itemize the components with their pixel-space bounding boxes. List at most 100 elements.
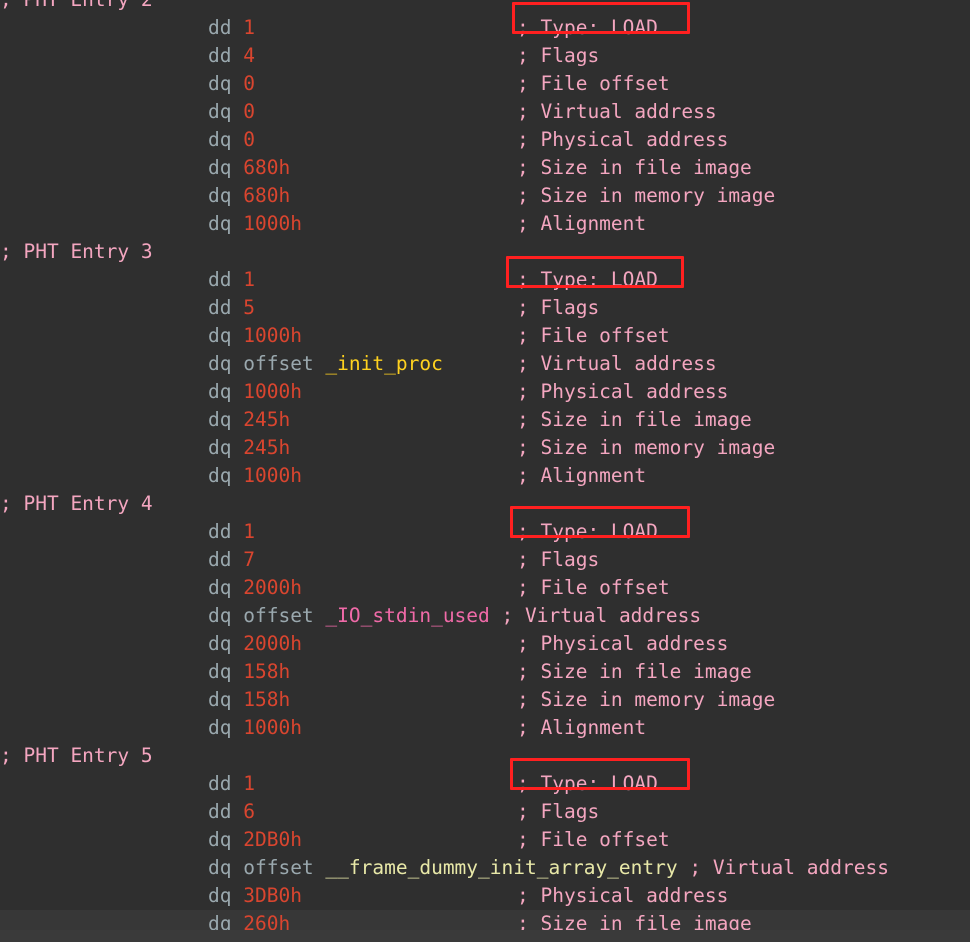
operand-value[interactable]: 0 [243,100,255,123]
instruction-cell[interactable]: dq 3DB0h [208,882,302,910]
instruction-cell[interactable]: dd 1 [208,266,255,294]
symbol-reference[interactable]: _IO_stdin_used [325,604,489,627]
section-header-line[interactable]: ; PHT Entry 5 [0,742,970,770]
code-line[interactable]: dq 2000h ; Physical address [0,630,970,658]
operand-value[interactable]: 1000h [243,212,302,235]
operand-value[interactable]: 245h [243,436,290,459]
code-line[interactable]: dq 1000h ; Alignment [0,714,970,742]
line-comment: ; Size in file image [517,408,752,431]
operand-value[interactable]: 245h [243,408,290,431]
code-line[interactable]: dd 6 ; Flags [0,798,970,826]
code-lines[interactable]: ; PHT Entry 2 dd 1 ; Type: LOAD dd 4 ; Flags… [0,0,970,938]
instruction-cell[interactable]: dd 1 [208,518,255,546]
code-line[interactable]: dq 3DB0h ; Physical address [0,882,970,910]
instruction-cell[interactable]: dq 680h [208,154,290,182]
symbol-reference[interactable]: _init_proc [325,352,442,375]
code-line[interactable]: dd 1 ; Type: LOAD [0,518,970,546]
code-line[interactable]: dq 0 ; Physical address [0,126,970,154]
code-line[interactable]: dd 1 ; Type: LOAD [0,14,970,42]
operand-value[interactable]: 158h [243,688,290,711]
operand-value[interactable]: 1 [243,268,255,291]
instruction-cell[interactable]: dq 680h [208,182,290,210]
code-line[interactable]: dq 1000h ; File offset [0,322,970,350]
instruction-cell[interactable]: dd 6 [208,798,255,826]
line-comment: ; Flags [517,548,600,571]
operand-value[interactable]: 1 [243,16,255,39]
operand-value[interactable]: 1000h [243,464,302,487]
code-line[interactable]: dq 2000h ; File offset [0,574,970,602]
operand-value[interactable]: 0 [243,128,255,151]
operand-value[interactable]: 680h [243,156,290,179]
code-line[interactable]: dq offset _init_proc ; Virtual address [0,350,970,378]
line-comment: ; Size in memory image [517,436,776,459]
instruction-cell[interactable]: dq offset _init_proc [208,350,443,378]
instruction-cell[interactable]: dq offset __frame_dummy_init_array_entry… [208,854,889,882]
instruction-cell[interactable]: dq 1000h [208,322,302,350]
operand-value[interactable]: 1 [243,772,255,795]
section-header-line[interactable]: ; PHT Entry 4 [0,490,970,518]
instruction-cell[interactable]: dq 1000h [208,462,302,490]
code-line[interactable]: dq 1000h ; Alignment [0,462,970,490]
instruction-cell[interactable]: dq 0 [208,98,255,126]
code-line[interactable]: dq 0 ; File offset [0,70,970,98]
instruction-cell[interactable]: dq 1000h [208,378,302,406]
operand-value[interactable]: 2DB0h [243,828,302,851]
code-line[interactable]: dq 158h ; Size in file image [0,658,970,686]
operand-value[interactable]: 2000h [243,632,302,655]
instruction-cell[interactable]: dq 158h [208,686,290,714]
code-line[interactable]: dq 1000h ; Physical address [0,378,970,406]
instruction-cell[interactable]: dq 2DB0h [208,826,302,854]
operand-value[interactable]: 1000h [243,324,302,347]
instruction-cell[interactable]: dd 4 [208,42,255,70]
instruction-cell[interactable]: dq 2000h [208,574,302,602]
instruction-cell[interactable]: dq 1000h [208,210,302,238]
instruction-cell[interactable]: dq 0 [208,70,255,98]
instruction-cell[interactable]: dq 245h [208,406,290,434]
section-header-line[interactable]: ; PHT Entry 3 [0,238,970,266]
operand-value[interactable]: 6 [243,800,255,823]
mnemonic: dq [208,408,232,431]
operand-value[interactable]: 3DB0h [243,884,302,907]
code-line[interactable]: dq offset __frame_dummy_init_array_entry… [0,854,970,882]
operand-value[interactable]: 2000h [243,576,302,599]
instruction-cell[interactable]: dq 158h [208,658,290,686]
code-line[interactable]: dq 680h ; Size in file image [0,154,970,182]
instruction-cell[interactable]: dd 1 [208,770,255,798]
operand-value[interactable]: 1000h [243,716,302,739]
code-line[interactable]: dq 245h ; Size in memory image [0,434,970,462]
mnemonic: dq [208,100,232,123]
instruction-cell[interactable]: dq 0 [208,126,255,154]
code-line[interactable]: dq 2DB0h ; File offset [0,826,970,854]
code-line[interactable]: dq 245h ; Size in file image [0,406,970,434]
instruction-cell[interactable]: dq offset _IO_stdin_used ; Virtual addre… [208,602,701,630]
code-line[interactable]: dq offset _IO_stdin_used ; Virtual addre… [0,602,970,630]
operand-value[interactable]: 4 [243,44,255,67]
mnemonic: dq [208,464,232,487]
section-header-line[interactable]: ; PHT Entry 2 [0,0,970,14]
instruction-cell[interactable]: dd 5 [208,294,255,322]
code-line[interactable]: dd 1 ; Type: LOAD [0,770,970,798]
instruction-cell[interactable]: dd 7 [208,546,255,574]
operand-value[interactable]: 7 [243,548,255,571]
operand-value[interactable]: 5 [243,296,255,319]
code-line[interactable]: dq 1000h ; Alignment [0,210,970,238]
instruction-cell[interactable]: dq 1000h [208,714,302,742]
symbol-reference[interactable]: __frame_dummy_init_array_entry [325,856,677,879]
instruction-cell[interactable]: dd 1 [208,14,255,42]
mnemonic: dd [208,520,232,543]
instruction-cell[interactable]: dq 2000h [208,630,302,658]
code-line[interactable]: dq 0 ; Virtual address [0,98,970,126]
code-line[interactable]: dd 1 ; Type: LOAD [0,266,970,294]
code-line[interactable]: dq 158h ; Size in memory image [0,686,970,714]
operand-value[interactable]: 0 [243,72,255,95]
code-line[interactable]: dq 680h ; Size in memory image [0,182,970,210]
disassembly-view[interactable]: ; PHT Entry 2 dd 1 ; Type: LOAD dd 4 ; Flags… [0,0,970,942]
operand-value[interactable]: 1000h [243,380,302,403]
instruction-cell[interactable]: dq 245h [208,434,290,462]
code-line[interactable]: dd 4 ; Flags [0,42,970,70]
operand-value[interactable]: 158h [243,660,290,683]
operand-value[interactable]: 1 [243,520,255,543]
code-line[interactable]: dd 5 ; Flags [0,294,970,322]
code-line[interactable]: dd 7 ; Flags [0,546,970,574]
operand-value[interactable]: 680h [243,184,290,207]
